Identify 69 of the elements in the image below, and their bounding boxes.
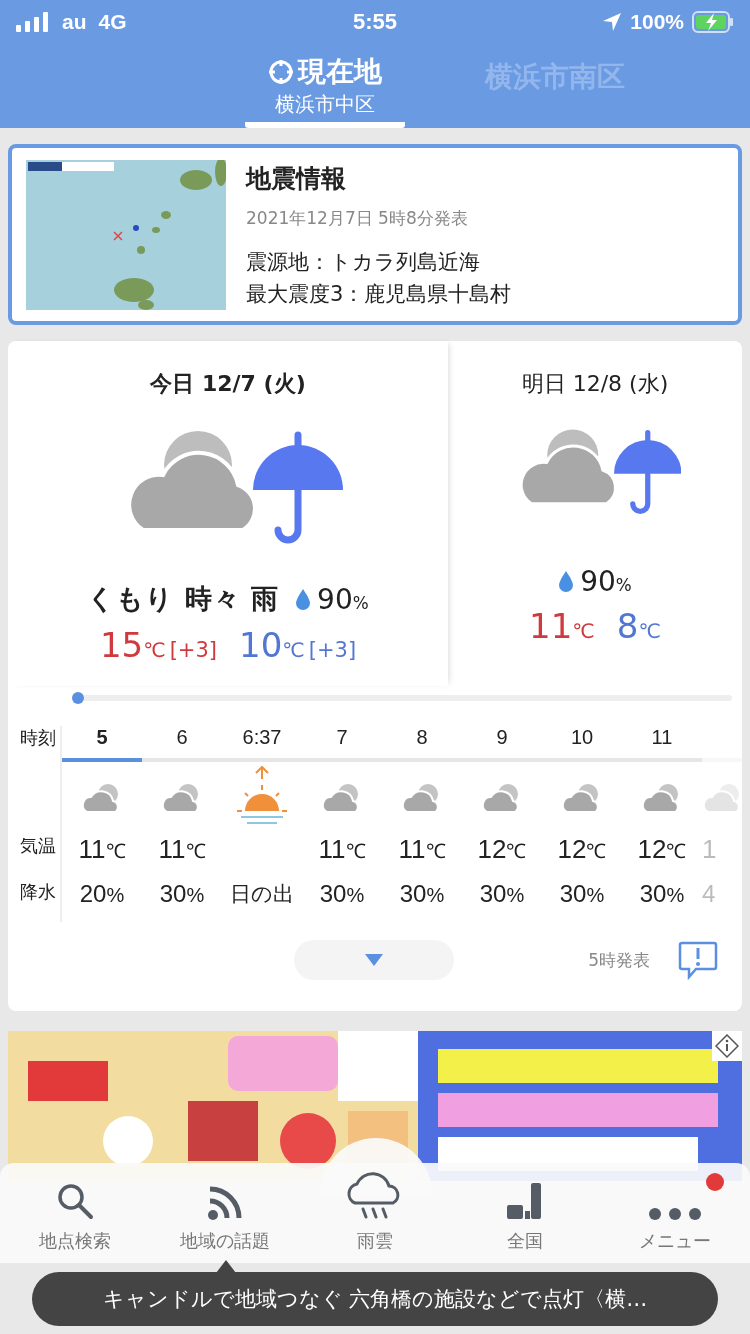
- hour-tab[interactable]: 8: [382, 726, 462, 762]
- hourly-temp: 11℃: [78, 834, 126, 864]
- carrier-name: au: [62, 10, 87, 34]
- hour-tab[interactable]: 6:37: [222, 726, 302, 762]
- hour-tab[interactable]: 11: [622, 726, 702, 762]
- precip-chance: 30%: [319, 880, 365, 907]
- precip-chance: 30%: [159, 880, 205, 907]
- row-label: 気温: [20, 834, 57, 858]
- nav-tab[interactable]: メニュー: [600, 1163, 750, 1263]
- weather-condition: くもり 時々 雨: [87, 582, 280, 616]
- hourly-temp: 11℃: [318, 834, 366, 864]
- status-time: 5:55: [353, 9, 398, 35]
- precip-chance: 30%: [639, 880, 685, 907]
- hour-tab[interactable]: 10: [542, 726, 622, 762]
- feed-icon: [207, 1185, 243, 1221]
- news-toast[interactable]: キャンドルで地域つなぐ 六角橋の施設などで点灯〈横…: [32, 1272, 718, 1326]
- high-temp: 11℃: [529, 605, 595, 646]
- low-temp: 10℃: [239, 625, 305, 665]
- nav-tab[interactable]: 雨雲: [300, 1163, 450, 1263]
- more-icon: [648, 1207, 702, 1221]
- card-title: 地震情報: [246, 163, 347, 195]
- row-label: 降水: [20, 880, 57, 904]
- precip-chance: 30%: [479, 880, 525, 907]
- raindrop-icon: [295, 588, 312, 610]
- precip-chance: 4: [702, 880, 716, 907]
- precip-chance: 30%: [399, 880, 445, 907]
- rain-chance: 90%: [317, 582, 369, 616]
- publish-date: 2021年12月7日 5時8分発表: [246, 207, 469, 230]
- signal-icon: [16, 12, 50, 32]
- hourly-temp: 12℃: [477, 834, 527, 864]
- hourly-temp: 11℃: [398, 834, 446, 864]
- low-temp: 8℃: [616, 605, 661, 646]
- rain-chance: 90%: [580, 564, 632, 598]
- scroll-dot: [72, 692, 84, 704]
- hour-tab[interactable]: 9: [462, 726, 542, 762]
- raindrop-icon: [558, 570, 575, 592]
- network-type: 4G: [98, 10, 127, 34]
- cloud-icon: [702, 782, 742, 814]
- location-arrow-icon: [602, 12, 623, 32]
- temp-difference: [+3]: [169, 638, 217, 662]
- issue-time: 5時発表: [588, 948, 650, 972]
- info-icon[interactable]: [715, 1034, 739, 1058]
- quake-detail: 震源地：トカラ列島近海: [246, 249, 481, 276]
- hour-tab[interactable]: 7: [302, 726, 382, 762]
- precip-chance: 30%: [559, 880, 605, 907]
- earthquake-card[interactable]: 地震情報 2021年12月7日 5時8分発表 震源地：トカラ列島近海 最大震度3：鹿児島県十島村: [8, 144, 742, 325]
- quake-detail: 最大震度3：鹿児島県十島村: [246, 281, 512, 308]
- nav-tab[interactable]: 地域の話題: [150, 1163, 300, 1263]
- temp-difference: [+3]: [308, 638, 357, 662]
- search-icon: [55, 1181, 95, 1221]
- battery-charging-icon: [692, 11, 734, 33]
- day-label: 明日 12/8 (水): [521, 370, 669, 398]
- hourly-temp: 12℃: [637, 834, 687, 864]
- nav-tab[interactable]: 全国: [450, 1163, 600, 1263]
- day-label: 今日 12/7 (火): [150, 370, 306, 398]
- row-label: 時刻: [20, 726, 57, 750]
- hourly-temp: 1: [702, 834, 717, 864]
- precip-chance: 20%: [79, 880, 125, 907]
- report-icon[interactable]: [678, 940, 718, 980]
- high-temp: 15℃: [99, 625, 166, 665]
- caret-down-icon: [364, 953, 384, 967]
- hour-tab[interactable]: 5: [62, 726, 142, 762]
- battery-percent: 100%: [630, 10, 684, 34]
- hourly-temp: 12℃: [557, 834, 607, 864]
- crosshair-icon: [268, 59, 294, 85]
- hour-tab[interactable]: 6: [142, 726, 222, 762]
- sunrise-label: 日の出: [230, 882, 294, 906]
- nav-tab[interactable]: 地点検索: [0, 1163, 150, 1263]
- hourly-temp: 11℃: [158, 834, 206, 864]
